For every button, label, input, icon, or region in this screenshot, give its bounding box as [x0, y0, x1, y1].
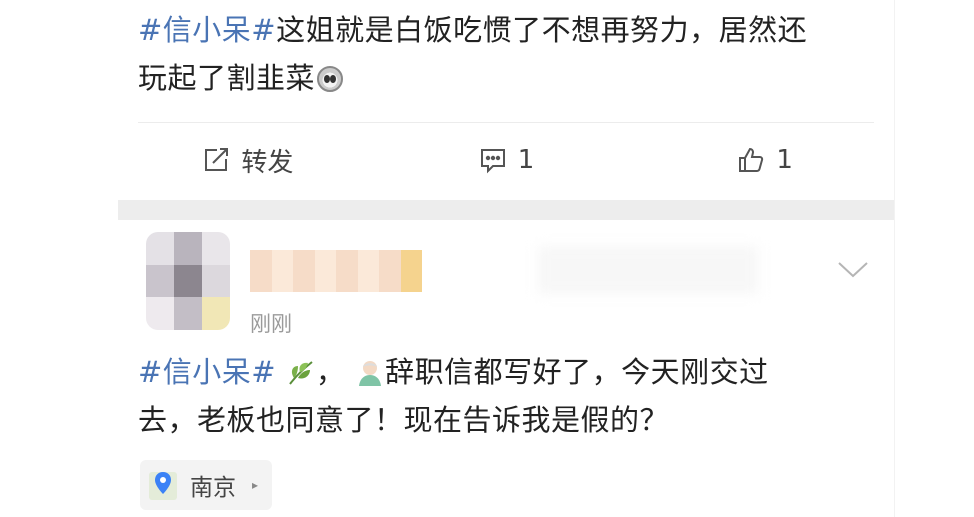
post-2-text-line2: 去，老板也同意了！现在告诉我是假的？ — [138, 403, 670, 437]
avatar[interactable] — [146, 232, 230, 330]
location-pin-icon — [149, 472, 177, 500]
post-1-action-bar: 转发 1 1 — [118, 128, 894, 192]
hashtag-link[interactable]: #信小呆# — [138, 355, 276, 389]
location-name: 南京 — [190, 475, 236, 501]
repost-label: 转发 — [241, 147, 294, 178]
post-1-text-line2: 玩起了割韭菜 — [138, 61, 316, 95]
chevron-down-icon[interactable] — [836, 260, 870, 280]
divider — [138, 122, 874, 123]
header-blur-area — [538, 246, 758, 294]
comma: ， — [315, 355, 346, 389]
right-margin — [894, 0, 974, 517]
comment-button[interactable]: 1 — [377, 128, 636, 192]
avatar-emoji-icon — [359, 361, 382, 386]
post-1-text: #信小呆#这姐就是白饭吃惯了不想再努力，居然还 玩起了割韭菜 — [138, 6, 878, 102]
face-emoji-icon — [317, 66, 344, 92]
location-tag[interactable]: 南京 ▸ — [140, 460, 273, 510]
like-icon — [739, 147, 764, 172]
post-separator — [118, 200, 894, 220]
location-arrow-icon: ▸ — [252, 478, 259, 492]
comment-count: 1 — [517, 145, 535, 175]
username-blurred[interactable] — [250, 250, 422, 292]
like-button[interactable]: 1 — [635, 128, 894, 192]
post-2-text: #信小呆# ， 辞职信都写好了，今天刚交过 去，老板也同意了！现在告诉我是假的？ — [138, 348, 878, 444]
comment-icon — [480, 149, 505, 174]
post-2: 刚刚 #信小呆# ， 辞职信都写好了，今天刚交过 去，老板也同意了！现在告诉我是… — [118, 220, 894, 517]
post-1-text-line1: 这姐就是白饭吃惯了不想再努力，居然还 — [276, 13, 808, 47]
weibo-feed: #信小呆#这姐就是白饭吃惯了不想再努力，居然还 玩起了割韭菜 转发 1 1 刚刚… — [118, 0, 894, 517]
post-2-text-line1: 辞职信都写好了，今天刚交过 — [385, 355, 769, 389]
repost-icon — [205, 148, 229, 171]
leaf-icon — [289, 361, 313, 385]
hashtag-link[interactable]: #信小呆# — [138, 13, 276, 47]
post-time: 刚刚 — [250, 312, 292, 336]
repost-button[interactable]: 转发 — [118, 128, 377, 192]
like-count: 1 — [776, 145, 793, 175]
